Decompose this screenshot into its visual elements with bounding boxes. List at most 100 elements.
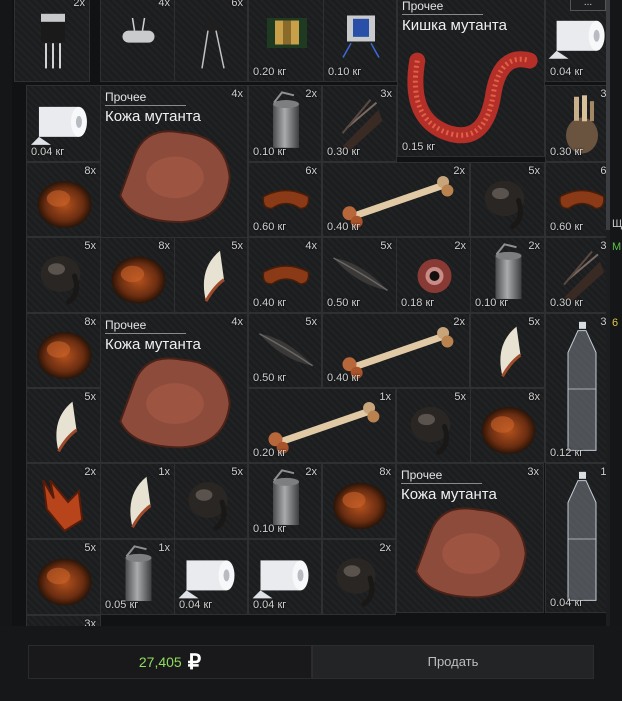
transformer-coil-item[interactable]: 0.20 кг [248, 0, 324, 82]
item-count: 2x [528, 240, 540, 252]
item-count: 3x [380, 88, 392, 100]
item-title: Кожа мутанта [401, 486, 497, 503]
fur-item[interactable]: 8x [26, 162, 101, 237]
plastic-bottle-item[interactable]: 3x0.12 кг [545, 313, 606, 463]
item-weight: 0.30 кг [327, 146, 361, 158]
item-count: 8x [528, 391, 540, 403]
mutant-claw-item[interactable]: 3x 0.30 кг [322, 85, 397, 162]
burnt-fur-item[interactable]: 2x [26, 463, 101, 539]
item-category-label: Прочее [402, 0, 484, 15]
toilet-paper-item[interactable]: 0.04 кг [248, 539, 322, 615]
item-weight: 0.05 кг [105, 599, 139, 611]
item-count: 4x [305, 240, 317, 252]
item-count: 4x [231, 316, 243, 328]
hoof-item[interactable]: 5x [396, 388, 471, 463]
sausage-item[interactable]: 6x0.60 кг [545, 162, 606, 237]
fur-item[interactable]: 8x [100, 237, 175, 313]
fur-item[interactable]: 8x [26, 313, 101, 388]
fur-item[interactable]: 8x [470, 388, 545, 463]
feather-item[interactable]: 5x 0.50 кг [322, 237, 397, 313]
capacitor-item[interactable]: 6x [174, 0, 248, 82]
item-count: 5x [528, 316, 540, 328]
solenoid-item[interactable]: 0.10 кг [323, 0, 397, 82]
transistor-item[interactable]: 2x [14, 0, 90, 82]
mutant-gut-item[interactable]: Прочее Кишка мутанта 0.15 кг [397, 0, 545, 157]
item-count: 2x [73, 0, 85, 9]
mutant-skin-item[interactable]: Прочее Кожа мутанта 3x [396, 463, 544, 613]
fang-item[interactable]: 5x [470, 313, 545, 388]
item-count: 8x [84, 316, 96, 328]
item-count: 5x [305, 316, 317, 328]
ruble-icon: ₽ [187, 651, 202, 674]
item-weight: 0.40 кг [253, 297, 287, 309]
item-count: 8x [84, 165, 96, 177]
item-weight: 0.04 кг [179, 599, 213, 611]
bone-item[interactable]: 2x 0.40 кг [322, 313, 470, 388]
scrollbar-thumb[interactable] [606, 0, 610, 230]
hoof-item[interactable]: 5x [470, 162, 545, 237]
toilet-paper-item[interactable]: 0.04 кг [174, 539, 248, 615]
item-count: 3x [84, 618, 96, 626]
more-options-button[interactable]: ... [570, 0, 606, 11]
toilet-paper-item[interactable]: 0.04 кг [26, 85, 101, 162]
item-weight: 0.50 кг [253, 372, 287, 384]
item-title: Кишка мутанта [402, 17, 507, 34]
hoof-item[interactable]: 5x [174, 463, 248, 539]
tin-can-item[interactable]: 1x 0.05 кг [100, 539, 175, 615]
trade-footer: 27,405 ₽ Продать [0, 626, 622, 701]
item-count: 5x [231, 240, 243, 252]
tin-can-item[interactable]: 2x 0.10 кг [470, 237, 545, 313]
item-count: 2x [305, 466, 317, 478]
item-weight: 0.10 кг [328, 66, 362, 78]
fur-item[interactable]: 5x [26, 539, 101, 615]
sell-button[interactable]: Продать [312, 645, 594, 679]
hoof-item[interactable]: 5x [26, 237, 101, 313]
sausage-item[interactable]: 6x0.60 кг [248, 162, 322, 237]
feather-item[interactable]: 5x 0.50 кг [248, 313, 322, 388]
toilet-paper-item[interactable]: 0.04 кг [545, 0, 606, 82]
item-weight: 0.60 кг [253, 221, 287, 233]
item-weight: 0.04 кг [550, 597, 584, 609]
mutant-skin-item[interactable]: Прочее Кожа мутанта 4x [100, 313, 248, 463]
item-weight: 0.20 кг [253, 447, 287, 459]
bone-item[interactable]: 1x 0.20 кг [248, 388, 396, 463]
partial-item[interactable]: 3x [26, 615, 101, 626]
item-count: 5x [454, 391, 466, 403]
side-panel-fragment-3: 6 [612, 317, 619, 329]
item-count: 2x [84, 466, 96, 478]
fang-item[interactable]: 5x [26, 388, 101, 463]
hoof-item[interactable]: 2x [322, 539, 396, 615]
mutant-paw-item[interactable]: 3x0.30 кг [545, 85, 606, 162]
item-count: 3x [527, 466, 539, 478]
item-weight: 0.60 кг [550, 221, 584, 233]
sausage-item[interactable]: 4x 0.40 кг [248, 237, 322, 313]
tin-can-item[interactable]: 2x 0.10 кг [248, 85, 322, 162]
tin-can-item[interactable]: 2x 0.10 кг [248, 463, 322, 539]
mutant-claw-item[interactable]: 3x0.30 кг [545, 237, 606, 313]
plastic-bottle-item[interactable]: 1x0.04 кг [545, 463, 606, 613]
item-title: Кожа мутанта [105, 336, 201, 353]
item-weight: 0.40 кг [327, 221, 361, 233]
item-count: 2x [454, 240, 466, 252]
fang-item[interactable]: 1x [100, 463, 175, 539]
bone-item[interactable]: 2x 0.40 кг [322, 162, 470, 237]
side-panel-fragment-2: М [612, 241, 622, 253]
item-count: 1x [379, 391, 391, 403]
item-count: 4x [231, 88, 243, 100]
fang-item[interactable]: 5x [174, 237, 248, 313]
mutant-eye-item[interactable]: 2x 0.18 кг [396, 237, 471, 313]
item-count: 2x [305, 88, 317, 100]
total-price-display: 27,405 ₽ [28, 645, 312, 679]
total-price-value: 27,405 [138, 654, 182, 670]
item-count: 5x [84, 542, 96, 554]
item-weight: 0.10 кг [475, 297, 509, 309]
item-count: 2x [379, 542, 391, 554]
scrollbar[interactable] [606, 0, 610, 626]
item-count: 5x [231, 466, 243, 478]
item-weight: 0.20 кг [253, 66, 287, 78]
mutant-skin-item[interactable]: Прочее Кожа мутанта 4x [100, 85, 248, 238]
item-category-label: Прочее [105, 318, 187, 334]
crystal-oscillator-item[interactable]: 4x [100, 0, 175, 82]
item-count: 2x [453, 165, 465, 177]
fur-item[interactable]: 8x [322, 463, 396, 539]
